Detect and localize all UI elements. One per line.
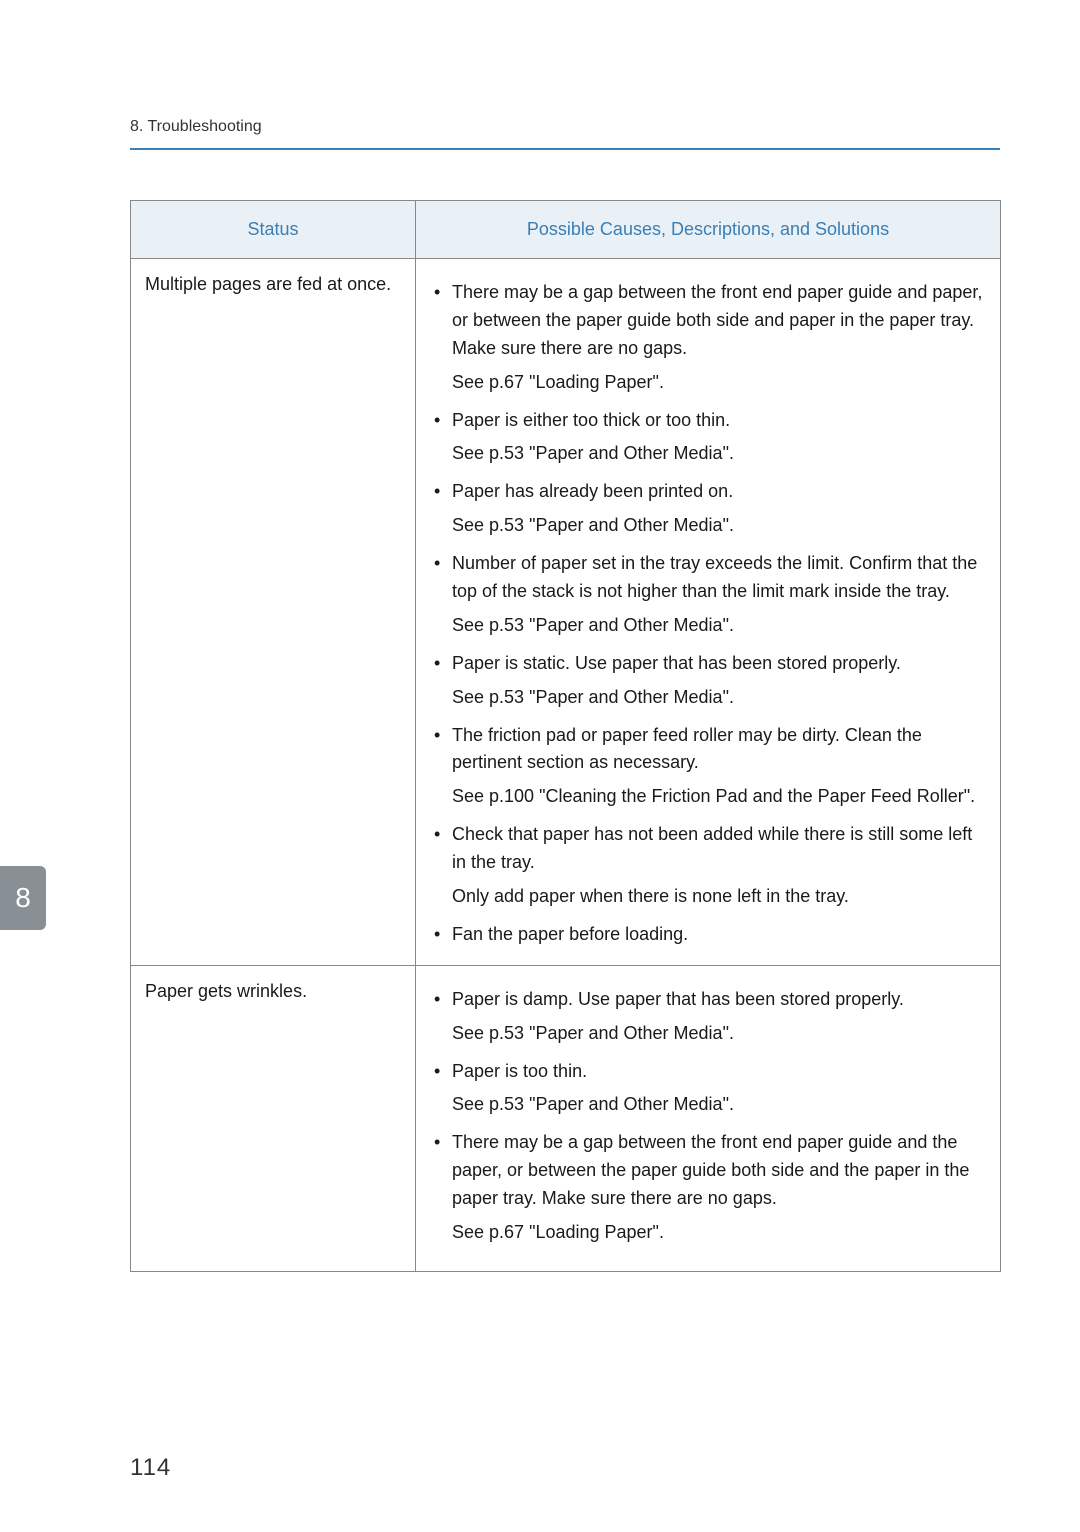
item-text: Number of paper set in the tray exceeds … [452,553,977,601]
item-sub: See p.53 "Paper and Other Media". [430,1091,986,1119]
col-header-status: Status [131,201,416,259]
list-item: Paper is either too thick or too thin. [430,407,986,435]
col-header-solutions: Possible Causes, Descriptions, and Solut… [416,201,1001,259]
list-item: Paper is too thin. [430,1058,986,1086]
item-sub: See p.53 "Paper and Other Media". [430,684,986,712]
list-item: Paper has already been printed on. [430,478,986,506]
list-item: The friction pad or paper feed roller ma… [430,722,986,778]
chapter-tab: 8 [0,866,46,930]
item-sub: Only add paper when there is none left i… [430,883,986,911]
item-text: The friction pad or paper feed roller ma… [452,725,922,773]
item-text: There may be a gap between the front end… [452,282,982,358]
solutions-cell: Paper is damp. Use paper that has been s… [416,965,1001,1271]
table-row: Paper gets wrinkles. Paper is damp. Use … [131,965,1001,1271]
status-cell: Multiple pages are fed at once. [131,259,416,966]
item-text: Paper is static. Use paper that has been… [452,653,901,673]
list-item: There may be a gap between the front end… [430,279,986,363]
list-item: Fan the paper before loading. [430,921,986,949]
item-text: Check that paper has not been added whil… [452,824,972,872]
item-text: Fan the paper before loading. [452,924,688,944]
troubleshooting-table: Status Possible Causes, Descriptions, an… [130,200,1001,1272]
table-row: Multiple pages are fed at once. There ma… [131,259,1001,966]
item-sub: See p.53 "Paper and Other Media". [430,440,986,468]
status-cell: Paper gets wrinkles. [131,965,416,1271]
list-item: There may be a gap between the front end… [430,1129,986,1213]
header-rule [130,148,1000,150]
list-item: Check that paper has not been added whil… [430,821,986,877]
item-text: Paper is too thin. [452,1061,587,1081]
item-text: Paper is damp. Use paper that has been s… [452,989,904,1009]
item-sub: See p.100 "Cleaning the Friction Pad and… [430,783,986,811]
item-sub: See p.53 "Paper and Other Media". [430,612,986,640]
list-item: Paper is static. Use paper that has been… [430,650,986,678]
page-number: 114 [130,1454,171,1482]
list-item: Paper is damp. Use paper that has been s… [430,986,986,1014]
item-text: Paper is either too thick or too thin. [452,410,730,430]
item-text: Paper has already been printed on. [452,481,733,501]
item-text: There may be a gap between the front end… [452,1132,969,1208]
item-sub: See p.67 "Loading Paper". [430,369,986,397]
main-content: Status Possible Causes, Descriptions, an… [130,200,1000,1272]
item-sub: See p.53 "Paper and Other Media". [430,1020,986,1048]
page-header-section: 8. Troubleshooting [130,118,262,136]
list-item: Number of paper set in the tray exceeds … [430,550,986,606]
item-sub: See p.53 "Paper and Other Media". [430,512,986,540]
item-sub: See p.67 "Loading Paper". [430,1219,986,1247]
solutions-cell: There may be a gap between the front end… [416,259,1001,966]
